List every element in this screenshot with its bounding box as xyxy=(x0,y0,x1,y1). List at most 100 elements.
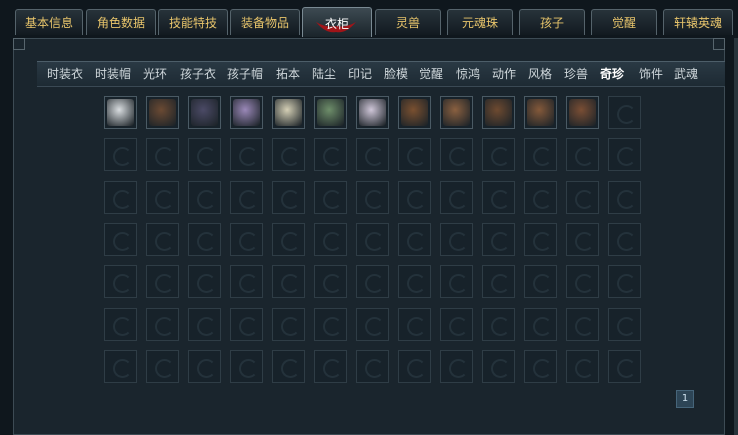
item-slot[interactable] xyxy=(188,180,221,214)
item-slot[interactable] xyxy=(566,307,599,341)
item-slot[interactable] xyxy=(146,138,179,172)
item-slot[interactable] xyxy=(230,307,263,341)
item-slot[interactable] xyxy=(398,349,431,383)
item-slot[interactable] xyxy=(356,307,389,341)
item-slot[interactable] xyxy=(608,307,641,341)
tab-4[interactable]: 装备物品 xyxy=(230,9,300,35)
item-slot[interactable] xyxy=(440,222,473,256)
item-slot[interactable] xyxy=(440,96,473,129)
category-3[interactable]: 光环 xyxy=(143,65,167,83)
item-slot[interactable] xyxy=(566,349,599,383)
item-slot[interactable] xyxy=(104,265,137,299)
category-5[interactable]: 孩子帽 xyxy=(227,65,263,83)
item-slot[interactable] xyxy=(524,349,557,383)
item-slot[interactable] xyxy=(398,265,431,299)
item-slot[interactable] xyxy=(356,180,389,214)
item-slot[interactable] xyxy=(566,222,599,256)
item-slot[interactable] xyxy=(230,222,263,256)
item-slot[interactable] xyxy=(188,265,221,299)
item-slot[interactable] xyxy=(146,265,179,299)
item-slot[interactable] xyxy=(482,222,515,256)
item-slot[interactable] xyxy=(104,96,137,129)
item-slot[interactable] xyxy=(272,349,305,383)
category-12[interactable]: 动作 xyxy=(492,65,516,83)
item-slot[interactable] xyxy=(440,307,473,341)
category-4[interactable]: 孩子衣 xyxy=(180,65,216,83)
item-slot[interactable] xyxy=(104,138,137,172)
item-slot[interactable] xyxy=(188,349,221,383)
item-slot[interactable] xyxy=(356,138,389,172)
item-slot[interactable] xyxy=(314,349,347,383)
item-slot[interactable] xyxy=(146,222,179,256)
item-slot[interactable] xyxy=(440,180,473,214)
item-slot[interactable] xyxy=(524,180,557,214)
category-15[interactable]: 奇珍 xyxy=(600,65,624,83)
category-10[interactable]: 觉醒 xyxy=(419,65,443,83)
category-6[interactable]: 拓本 xyxy=(276,65,300,83)
item-slot[interactable] xyxy=(314,222,347,256)
item-slot[interactable] xyxy=(524,222,557,256)
item-slot[interactable] xyxy=(608,138,641,172)
item-slot[interactable] xyxy=(566,138,599,172)
item-slot[interactable] xyxy=(566,96,599,129)
tab-1[interactable]: 基本信息 xyxy=(15,9,83,35)
item-slot[interactable] xyxy=(356,222,389,256)
item-slot[interactable] xyxy=(398,96,431,129)
item-slot[interactable] xyxy=(272,222,305,256)
tab-6[interactable]: 灵兽 xyxy=(375,9,441,35)
item-slot[interactable] xyxy=(440,138,473,172)
item-slot[interactable] xyxy=(398,138,431,172)
item-slot[interactable] xyxy=(608,180,641,214)
tab-5[interactable]: 衣柜 xyxy=(302,7,372,37)
item-slot[interactable] xyxy=(230,265,263,299)
item-slot[interactable] xyxy=(188,138,221,172)
item-slot[interactable] xyxy=(272,180,305,214)
item-slot[interactable] xyxy=(524,307,557,341)
tab-7[interactable]: 元魂珠 xyxy=(447,9,513,35)
item-slot[interactable] xyxy=(524,96,557,129)
item-slot[interactable] xyxy=(356,265,389,299)
item-slot[interactable] xyxy=(608,222,641,256)
item-slot[interactable] xyxy=(272,138,305,172)
tab-8[interactable]: 孩子 xyxy=(519,9,585,35)
item-slot[interactable] xyxy=(314,307,347,341)
category-2[interactable]: 时装帽 xyxy=(95,65,131,83)
item-slot[interactable] xyxy=(188,307,221,341)
category-16[interactable]: 饰件 xyxy=(639,65,663,83)
category-1[interactable]: 时装衣 xyxy=(47,65,83,83)
tab-9[interactable]: 觉醒 xyxy=(591,9,657,35)
item-slot[interactable] xyxy=(146,307,179,341)
item-slot[interactable] xyxy=(104,307,137,341)
category-9[interactable]: 脸模 xyxy=(384,65,408,83)
item-slot[interactable] xyxy=(440,349,473,383)
item-slot[interactable] xyxy=(314,265,347,299)
item-slot[interactable] xyxy=(398,222,431,256)
item-slot[interactable] xyxy=(608,96,641,129)
item-slot[interactable] xyxy=(566,180,599,214)
category-7[interactable]: 陆尘 xyxy=(312,65,336,83)
item-slot[interactable] xyxy=(356,349,389,383)
item-slot[interactable] xyxy=(608,265,641,299)
item-slot[interactable] xyxy=(608,349,641,383)
item-slot[interactable] xyxy=(398,180,431,214)
item-slot[interactable] xyxy=(482,96,515,129)
item-slot[interactable] xyxy=(566,265,599,299)
item-slot[interactable] xyxy=(314,180,347,214)
item-slot[interactable] xyxy=(146,96,179,129)
category-17[interactable]: 武魂 xyxy=(674,65,698,83)
item-slot[interactable] xyxy=(272,96,305,129)
item-slot[interactable] xyxy=(482,180,515,214)
category-11[interactable]: 惊鸿 xyxy=(456,65,480,83)
category-8[interactable]: 印记 xyxy=(348,65,372,83)
item-slot[interactable] xyxy=(524,265,557,299)
item-slot[interactable] xyxy=(524,138,557,172)
item-slot[interactable] xyxy=(440,265,473,299)
category-14[interactable]: 珍兽 xyxy=(564,65,588,83)
item-slot[interactable] xyxy=(272,265,305,299)
item-slot[interactable] xyxy=(482,265,515,299)
item-slot[interactable] xyxy=(188,222,221,256)
item-slot[interactable] xyxy=(398,307,431,341)
item-slot[interactable] xyxy=(314,138,347,172)
item-slot[interactable] xyxy=(482,138,515,172)
page-number-button[interactable]: 1 xyxy=(676,390,694,408)
